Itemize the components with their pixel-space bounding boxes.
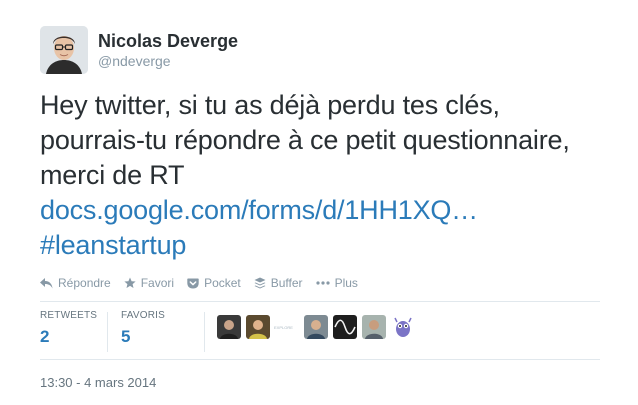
tweet-actions: Répondre Favori Pocket Buffer Plus: [40, 276, 371, 290]
stat-separator: [204, 312, 205, 352]
tweet-text-line-3: merci de RT: [40, 160, 185, 190]
favoriter-avatar[interactable]: [304, 315, 328, 339]
retweets-label: RETWEETS: [40, 310, 98, 321]
tweet-card: Nicolas Deverge @ndeverge Hey twitter, s…: [0, 0, 638, 405]
favorite-label: Favori: [140, 276, 175, 290]
author-username[interactable]: @ndeverge: [98, 52, 238, 70]
explore-text: EXPLORE: [274, 325, 293, 330]
favoriter-avatar[interactable]: [362, 315, 386, 339]
avatar[interactable]: [40, 26, 88, 74]
wave-logo-icon: [333, 315, 357, 339]
avatar-portrait-icon: [40, 26, 88, 74]
reply-icon: [40, 277, 53, 288]
reply-label: Répondre: [58, 276, 111, 290]
author-block: Nicolas Deverge @ndeverge: [98, 30, 238, 70]
pocket-label: Pocket: [204, 276, 241, 290]
favoriter-avatar[interactable]: [391, 315, 415, 339]
retweets-count: 2: [40, 327, 50, 346]
buffer-button[interactable]: Buffer: [254, 276, 303, 290]
divider: [40, 301, 600, 302]
stat-separator: [107, 312, 108, 352]
more-dots-icon: [315, 281, 330, 285]
tweet-text: Hey twitter, si tu as déjà perdu tes clé…: [40, 88, 630, 263]
favorites-stat[interactable]: FAVORIS 5: [121, 310, 165, 348]
buffer-icon: [254, 277, 266, 289]
more-button[interactable]: Plus: [315, 276, 358, 290]
favorites-label: FAVORIS: [121, 310, 166, 321]
pocket-button[interactable]: Pocket: [187, 276, 241, 290]
buffer-label: Buffer: [270, 276, 303, 290]
tweet-link[interactable]: docs.google.com/forms/d/1HH1XQ…: [40, 193, 630, 228]
tweet-hashtag[interactable]: #leanstartup: [40, 228, 630, 263]
user-avatar-icon: [246, 315, 270, 339]
user-avatar-icon: [217, 315, 241, 339]
tweet-text-line-2: pourrais-tu répondre à ce petit question…: [40, 125, 570, 155]
user-avatar-icon: [304, 315, 328, 339]
favorites-count: 5: [121, 327, 131, 346]
pocket-icon: [187, 278, 199, 288]
favoriter-avatar[interactable]: [246, 315, 270, 339]
more-label: Plus: [334, 276, 358, 290]
reply-button[interactable]: Répondre: [40, 276, 111, 290]
favoriter-avatar[interactable]: [333, 315, 357, 339]
author-fullname[interactable]: Nicolas Deverge: [98, 30, 238, 52]
divider: [40, 359, 600, 360]
user-avatar-icon: [362, 315, 386, 339]
retweets-stat[interactable]: RETWEETS 2: [40, 310, 97, 348]
monster-avatar-icon: [391, 315, 415, 339]
tweet-text-line-1: Hey twitter, si tu as déjà perdu tes clé…: [40, 90, 500, 120]
tweet-timestamp[interactable]: 13:30 - 4 mars 2014: [40, 375, 156, 390]
star-icon: [124, 277, 136, 288]
favoriter-avatar[interactable]: [217, 315, 241, 339]
favorite-button[interactable]: Favori: [124, 276, 174, 290]
